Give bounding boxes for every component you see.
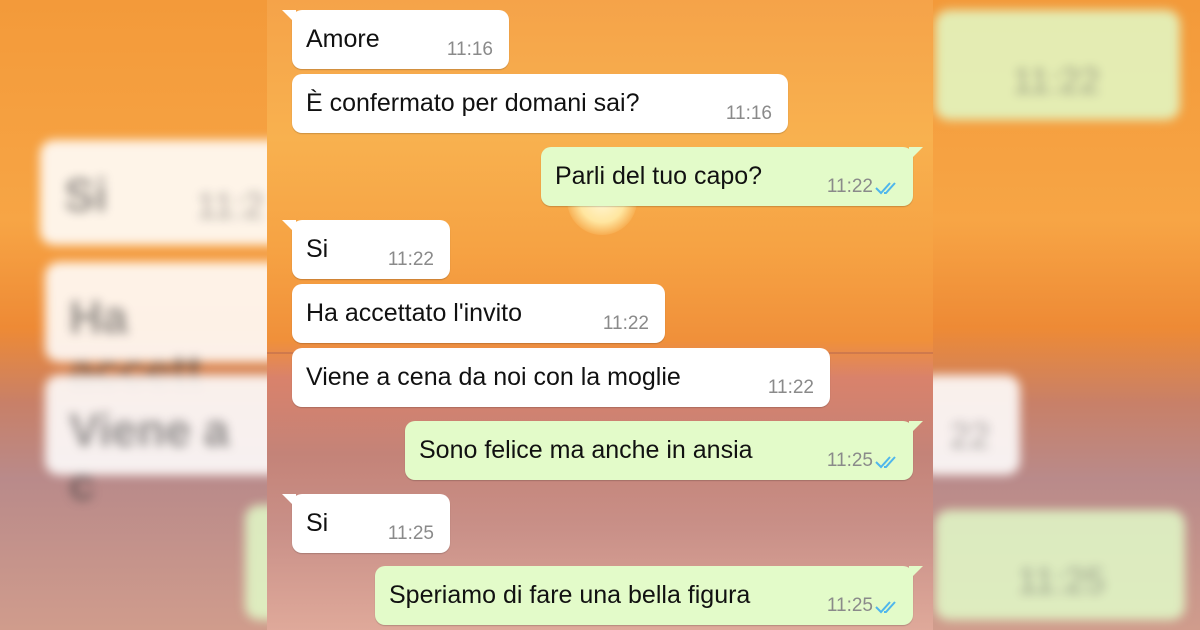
message-text: È confermato per domani sai? [306,89,640,117]
bubble-tail [909,421,923,435]
ghost-bubble-right-3: 11:25 [935,510,1185,620]
message-text: Amore [306,25,380,53]
double-check-icon [875,182,896,195]
message-text: Parli del tuo capo? [555,162,763,190]
message-bubble-incoming[interactable]: Si 11:22 [282,220,450,279]
double-check-icon [875,601,896,614]
message-text: Si [306,235,329,263]
bubble-tail [909,566,923,580]
message-bubble-incoming[interactable]: Si 11:25 [282,494,450,553]
message-bubble-outgoing[interactable]: Parli del tuo capo? 11:22 [541,147,923,206]
message-time: 11:22 [387,249,434,270]
message-time: 11:22 [826,176,873,197]
message-time: 11:25 [387,523,434,544]
bubble-tail [282,494,296,508]
message-time: 11:25 [826,450,873,471]
bubble-tail [282,220,296,234]
ghost-bubble-left-3: Viene a c [45,375,285,510]
message-bubble-incoming[interactable]: Ha accettato l'invito 11:22 [292,284,665,343]
message-bubble-incoming[interactable]: È confermato per domani sai? 11:16 [292,74,788,133]
message-text: Ha accettato l'invito [306,299,522,327]
ghost-bubble-left-2: Ha accett [45,262,285,397]
double-check-icon [875,456,896,469]
message-text: Si [306,509,329,537]
message-bubble-outgoing[interactable]: Speriamo di fare una bella figura 11:25 [375,566,923,625]
message-time: 11:16 [446,39,493,60]
ghost-bubble-right-1: 11:22 [935,10,1180,120]
bubble-tail [909,147,923,161]
chat-panel[interactable]: Amore 11:16 È confermato per domani sai?… [267,0,933,630]
message-time: 11:22 [602,313,649,334]
message-bubble-outgoing[interactable]: Sono felice ma anche in ansia 11:25 [405,421,923,480]
message-time: 11:25 [826,595,873,616]
message-bubble-incoming[interactable]: Amore 11:16 [282,10,509,69]
message-time: 11:16 [725,103,772,124]
ghost-bubble-left-1: Si 11:2 [40,140,290,245]
message-text: Viene a cena da noi con la moglie [306,363,681,391]
message-text: Sono felice ma anche in ansia [419,436,753,464]
ghost-bubble-right-2: 22 [920,375,1020,475]
message-text: Speriamo di fare una bella figura [389,581,751,609]
message-bubble-incoming[interactable]: Viene a cena da noi con la moglie 11:22 [292,348,830,407]
message-time: 11:22 [767,377,814,398]
bubble-tail [282,10,296,24]
